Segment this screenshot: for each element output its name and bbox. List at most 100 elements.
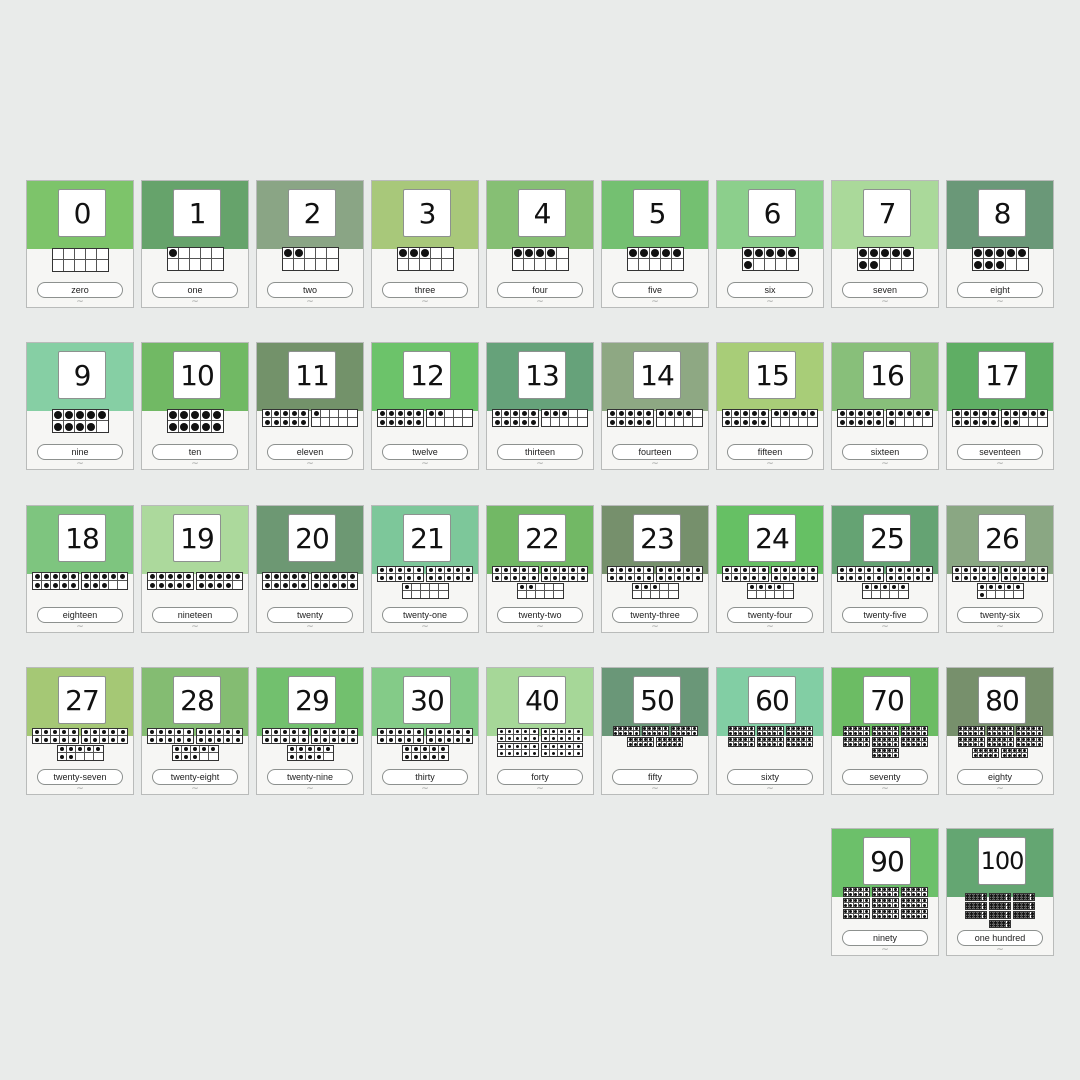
ten-frame-row [262, 572, 358, 590]
counter-dot [883, 727, 886, 730]
number-card[interactable]: 16 sixteen ~ [831, 342, 939, 470]
number-card[interactable]: 22 twenty-two ~ [486, 505, 594, 633]
ten-frame-cell [693, 418, 702, 426]
ten-frame-cell [148, 581, 157, 589]
number-card[interactable]: 70 seventy ~ [831, 667, 939, 795]
counter-dot [190, 411, 199, 419]
number-card[interactable]: 60 sixty ~ [716, 667, 824, 795]
ten-frame-cell [1005, 248, 1017, 259]
number-card[interactable]: 1 one ~ [141, 180, 249, 308]
number-card[interactable]: 100 one hundred ~ [946, 828, 1054, 956]
ten-frame-cell [263, 410, 272, 418]
number-card[interactable]: 21 twenty-one ~ [371, 505, 479, 633]
ten-frame-cell [980, 574, 989, 581]
number-card[interactable]: 28 twenty-eight ~ [141, 667, 249, 795]
ten-frame-cell [675, 574, 684, 581]
number-card[interactable]: 24 twenty-four ~ [716, 505, 824, 633]
ten-frame-cell [85, 421, 97, 432]
counter-dot [902, 903, 905, 907]
counter-dot [912, 903, 915, 907]
number-card[interactable]: 27 twenty-seven ~ [26, 667, 134, 795]
ten-frame-row [631, 583, 679, 599]
ten-frame [900, 909, 928, 919]
number-card[interactable]: 25 twenty-five ~ [831, 505, 939, 633]
number-card[interactable]: 3 three ~ [371, 180, 479, 308]
ten-frame-cell [868, 259, 880, 270]
counter-dot [739, 738, 742, 741]
number-card[interactable]: 9 nine ~ [26, 342, 134, 470]
counter-dot [883, 910, 886, 913]
ten-frame-cell [405, 736, 414, 743]
counter-dot [988, 753, 992, 757]
number-card[interactable]: 8 eight ~ [946, 180, 1054, 308]
ten-frame-cell [857, 248, 869, 259]
number-card[interactable]: 26 twenty-six ~ [946, 505, 1054, 633]
number-card[interactable]: 12 twelve ~ [371, 342, 479, 470]
counter-dot [898, 568, 902, 572]
counter-dot [749, 738, 753, 741]
counter-dot [974, 727, 977, 730]
number-card[interactable]: 29 twenty-nine ~ [256, 667, 364, 795]
ten-frame-cell [109, 573, 118, 581]
number-card[interactable]: 6 six ~ [716, 180, 824, 308]
number-card[interactable]: 20 twenty ~ [256, 505, 364, 633]
ten-frame-cell [748, 742, 754, 746]
counter-dot [907, 910, 910, 913]
number-card[interactable]: 2 two ~ [256, 180, 364, 308]
counter-dot [854, 738, 857, 741]
number-card[interactable]: 4 four ~ [486, 180, 594, 308]
number-card[interactable]: 19 nineteen ~ [141, 505, 249, 633]
counter-dot [792, 731, 795, 735]
decorative-squiggle-icon: ~ [191, 459, 199, 469]
number-card[interactable]: 14 fourteen ~ [601, 342, 709, 470]
number-card[interactable]: 10 ten ~ [141, 342, 249, 470]
number-card[interactable]: 90 ninety ~ [831, 828, 939, 956]
ten-frame [311, 572, 358, 590]
numeral-box: 100 [978, 837, 1026, 885]
ten-frames [947, 409, 1053, 427]
ten-frame-cell [411, 746, 421, 753]
number-card[interactable]: 23 twenty-three ~ [601, 505, 709, 633]
number-card[interactable]: 50 fifty ~ [601, 667, 709, 795]
ten-frame-cell [808, 567, 817, 574]
number-card[interactable]: 18 eighteen ~ [26, 505, 134, 633]
number-card[interactable]: 40 forty ~ [486, 667, 594, 795]
ten-frame [631, 583, 679, 599]
counter-dot [807, 731, 811, 735]
ten-frame-row [722, 566, 818, 582]
counter-dot [744, 731, 747, 735]
number-card[interactable]: 11 eleven ~ [256, 342, 364, 470]
counter-dot [974, 742, 977, 746]
ten-frame-cell [569, 410, 578, 418]
counter-dot [979, 742, 983, 746]
counter-dot [192, 747, 197, 751]
counter-dot [907, 899, 910, 902]
number-card[interactable]: 15 fifteen ~ [716, 342, 824, 470]
counter-dot [729, 738, 732, 741]
counter-dot [447, 730, 451, 734]
number-card[interactable]: 0 zero ~ [26, 180, 134, 308]
counter-dot [974, 915, 977, 918]
counter-dot [179, 422, 188, 431]
number-word-label: six [727, 282, 813, 298]
ten-frame-cell [522, 735, 530, 741]
counter-dot [404, 585, 409, 589]
number-card[interactable]: 5 five ~ [601, 180, 709, 308]
number-card[interactable]: 17 seventeen ~ [946, 342, 1054, 470]
ten-frame-cell [772, 574, 781, 581]
number-card[interactable]: 30 thirty ~ [371, 667, 479, 795]
counter-dot [844, 903, 847, 907]
ten-frame [81, 572, 128, 590]
ten-frame-cell [617, 418, 626, 426]
ten-frame-cell [526, 584, 536, 591]
number-card[interactable]: 80 eighty ~ [946, 667, 1054, 795]
counter-dot [667, 738, 671, 741]
counter-dot [653, 731, 656, 735]
counter-dot [1032, 731, 1035, 735]
number-card[interactable]: 7 seven ~ [831, 180, 939, 308]
counter-dot [765, 249, 774, 257]
counter-dot [859, 899, 862, 902]
counter-dot [629, 727, 632, 730]
ten-frame-cell [923, 574, 932, 581]
number-card[interactable]: 13 thirteen ~ [486, 342, 594, 470]
